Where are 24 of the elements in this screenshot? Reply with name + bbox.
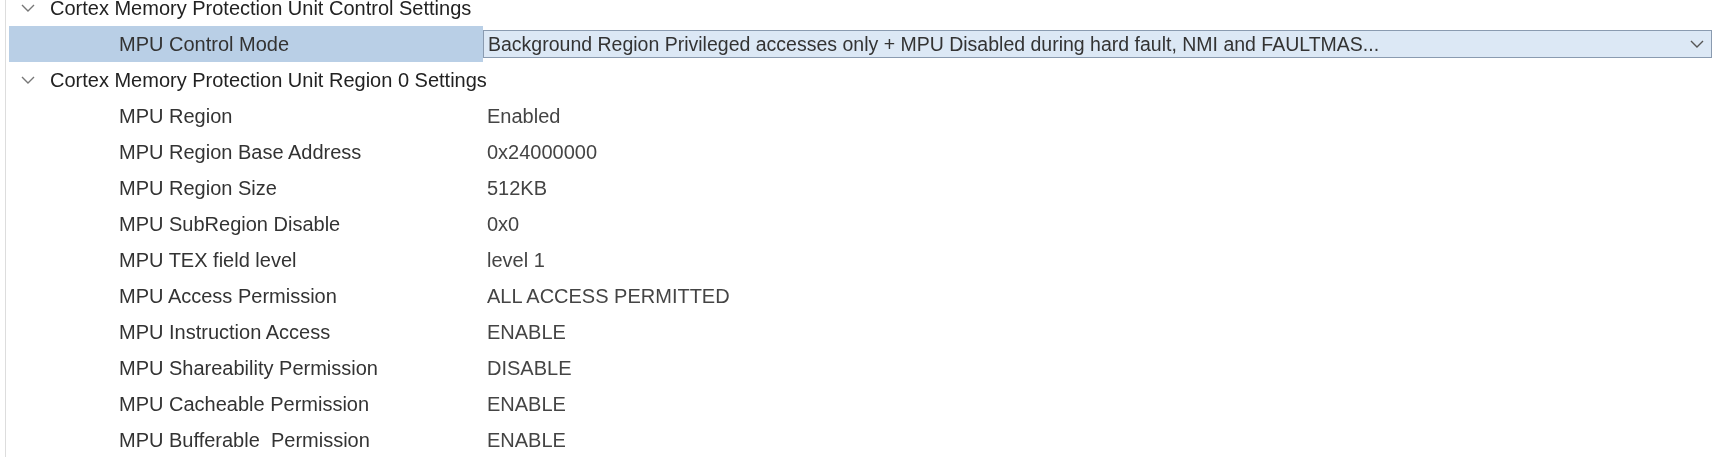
section-title: Cortex Memory Protection Unit Control Settings bbox=[50, 0, 472, 20]
property-value: level 1 bbox=[486, 247, 546, 273]
property-label[interactable]: MPU Control Mode bbox=[9, 26, 483, 62]
property-value: DISABLE bbox=[486, 355, 573, 381]
property-label[interactable]: MPU Region Base Address bbox=[9, 134, 483, 170]
property-value: ENABLE bbox=[486, 319, 567, 345]
property-label[interactable]: MPU Cacheable Permission bbox=[9, 386, 483, 422]
property-value: ENABLE bbox=[486, 391, 567, 417]
property-label[interactable]: MPU Instruction Access bbox=[9, 314, 483, 350]
property-value: Enabled bbox=[486, 103, 562, 129]
property-label[interactable]: MPU Bufferable Permission bbox=[9, 422, 483, 457]
property-label[interactable]: MPU TEX field level bbox=[9, 242, 483, 278]
property-label[interactable]: MPU SubRegion Disable bbox=[9, 206, 483, 242]
property-label[interactable]: MPU Region bbox=[9, 98, 483, 134]
property-value: ENABLE bbox=[486, 427, 567, 453]
property-value: 512KB bbox=[486, 175, 549, 201]
property-value: 0x24000000 bbox=[486, 139, 599, 165]
property-label[interactable]: MPU Region Size bbox=[9, 170, 483, 206]
property-label[interactable]: MPU Access Permission bbox=[9, 278, 483, 314]
property-value: 0x0 bbox=[486, 211, 521, 237]
section-title: Cortex Memory Protection Unit Region 0 Settings bbox=[50, 68, 487, 92]
property-value: ALL ACCESS PERMITTED bbox=[486, 283, 731, 309]
mode-dropdown[interactable]: Background Region Privileged accesses only + MPU Disabled during hard fault, NMI and FAULTMAS... bbox=[483, 30, 1712, 58]
property-label[interactable]: MPU Shareability Permission bbox=[9, 350, 483, 386]
